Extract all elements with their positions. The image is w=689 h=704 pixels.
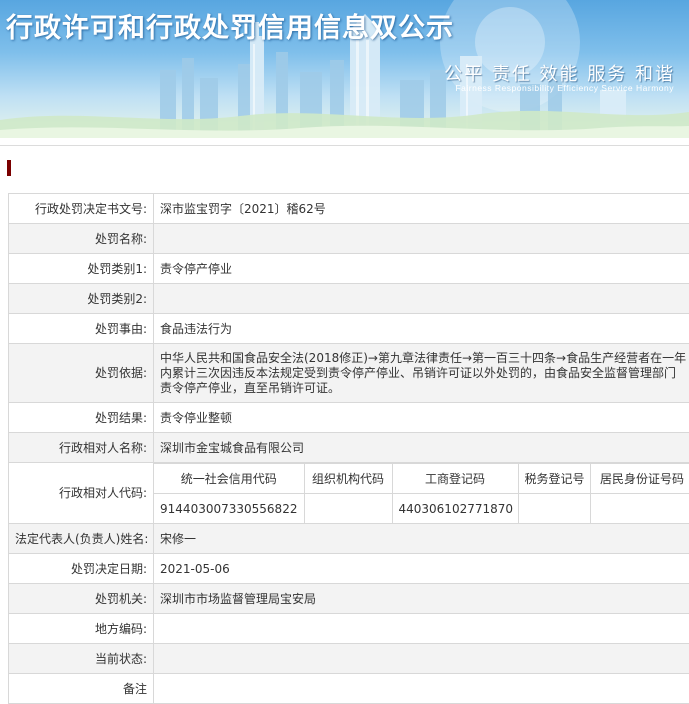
legal-representative-row: 法定代表人(负责人)姓名:宋修一 bbox=[9, 524, 689, 554]
penalty-category-1-label: 处罚类别1: bbox=[9, 254, 154, 284]
code-value-row: 914403007330556822 440306102771870 bbox=[154, 494, 689, 524]
current-status-value bbox=[154, 644, 689, 674]
penalty-category-1-row: 处罚类别1:责令停产停业 bbox=[9, 254, 689, 284]
section-title-bar bbox=[0, 145, 689, 190]
decision-number-label: 行政处罚决定书文号: bbox=[9, 194, 154, 224]
unified-credit-code-header: 统一社会信用代码 bbox=[154, 464, 304, 494]
penalty-basis-row: 处罚依据:中华人民共和国食品安全法(2018修正)→第九章法律责任→第一百三十四… bbox=[9, 344, 689, 403]
local-code-value bbox=[154, 614, 689, 644]
counterparty-code-label: 行政相对人代码: bbox=[9, 463, 154, 524]
business-registration-code-value: 440306102771870 bbox=[392, 494, 518, 524]
penalty-name-value bbox=[154, 224, 689, 254]
penalty-authority-row: 处罚机关:深圳市市场监督管理局宝安局 bbox=[9, 584, 689, 614]
penalty-record-table: 行政处罚决定书文号:深市监宝罚字〔2021〕稽62号处罚名称:处罚类别1:责令停… bbox=[8, 193, 689, 704]
legal-representative-label: 法定代表人(负责人)姓名: bbox=[9, 524, 154, 554]
penalty-basis-value: 中华人民共和国食品安全法(2018修正)→第九章法律责任→第一百三十四条→食品生… bbox=[154, 344, 689, 403]
penalty-category-2-row: 处罚类别2: bbox=[9, 284, 689, 314]
penalty-category-2-value bbox=[154, 284, 689, 314]
header-banner: 行政许可和行政处罚信用信息双公示 公平 责任 效能 服务 和谐 Fairness… bbox=[0, 0, 689, 138]
business-registration-code-header: 工商登记码 bbox=[392, 464, 518, 494]
organization-code-value bbox=[304, 494, 392, 524]
penalty-reason-value: 食品违法行为 bbox=[154, 314, 689, 344]
counterparty-name-value: 深圳市金宝城食品有限公司 bbox=[154, 433, 689, 463]
counterparty-code-cell: 统一社会信用代码组织机构代码工商登记码税务登记号居民身份证号码914403007… bbox=[154, 463, 689, 524]
code-header-row: 统一社会信用代码组织机构代码工商登记码税务登记号居民身份证号码 bbox=[154, 464, 689, 494]
remarks-value bbox=[154, 674, 689, 704]
penalty-name-label: 处罚名称: bbox=[9, 224, 154, 254]
penalty-authority-label: 处罚机关: bbox=[9, 584, 154, 614]
remarks-label: 备注 bbox=[9, 674, 154, 704]
decision-number-value: 深市监宝罚字〔2021〕稽62号 bbox=[154, 194, 689, 224]
penalty-reason-row: 处罚事由:食品违法行为 bbox=[9, 314, 689, 344]
counterparty-code-row: 行政相对人代码:统一社会信用代码组织机构代码工商登记码税务登记号居民身份证号码9… bbox=[9, 463, 689, 524]
code-subtable: 统一社会信用代码组织机构代码工商登记码税务登记号居民身份证号码914403007… bbox=[154, 463, 689, 523]
current-status-row: 当前状态: bbox=[9, 644, 689, 674]
site-title: 行政许可和行政处罚信用信息双公示 bbox=[6, 6, 454, 45]
decision-date-label: 处罚决定日期: bbox=[9, 554, 154, 584]
current-status-label: 当前状态: bbox=[9, 644, 154, 674]
tax-registration-number-header: 税务登记号 bbox=[518, 464, 590, 494]
tax-registration-number-value bbox=[518, 494, 590, 524]
slogan-english: Fairness Responsibility Efficiency Servi… bbox=[455, 83, 674, 93]
penalty-authority-value: 深圳市市场监督管理局宝安局 bbox=[154, 584, 689, 614]
penalty-result-row: 处罚结果:责令停业整顿 bbox=[9, 403, 689, 433]
legal-representative-value: 宋修一 bbox=[154, 524, 689, 554]
resident-id-number-header: 居民身份证号码 bbox=[590, 464, 689, 494]
penalty-category-2-label: 处罚类别2: bbox=[9, 284, 154, 314]
penalty-basis-label: 处罚依据: bbox=[9, 344, 154, 403]
decision-number-row: 行政处罚决定书文号:深市监宝罚字〔2021〕稽62号 bbox=[9, 194, 689, 224]
counterparty-name-row: 行政相对人名称:深圳市金宝城食品有限公司 bbox=[9, 433, 689, 463]
penalty-name-row: 处罚名称: bbox=[9, 224, 689, 254]
penalty-result-value: 责令停业整顿 bbox=[154, 403, 689, 433]
penalty-category-1-value: 责令停产停业 bbox=[154, 254, 689, 284]
penalty-reason-label: 处罚事由: bbox=[9, 314, 154, 344]
decision-date-row: 处罚决定日期:2021-05-06 bbox=[9, 554, 689, 584]
resident-id-number-value bbox=[590, 494, 689, 524]
unified-credit-code-value: 914403007330556822 bbox=[154, 494, 304, 524]
local-code-row: 地方编码: bbox=[9, 614, 689, 644]
remarks-row: 备注 bbox=[9, 674, 689, 704]
decision-date-value: 2021-05-06 bbox=[154, 554, 689, 584]
organization-code-header: 组织机构代码 bbox=[304, 464, 392, 494]
penalty-result-label: 处罚结果: bbox=[9, 403, 154, 433]
counterparty-name-label: 行政相对人名称: bbox=[9, 433, 154, 463]
title-marker bbox=[7, 160, 11, 176]
local-code-label: 地方编码: bbox=[9, 614, 154, 644]
